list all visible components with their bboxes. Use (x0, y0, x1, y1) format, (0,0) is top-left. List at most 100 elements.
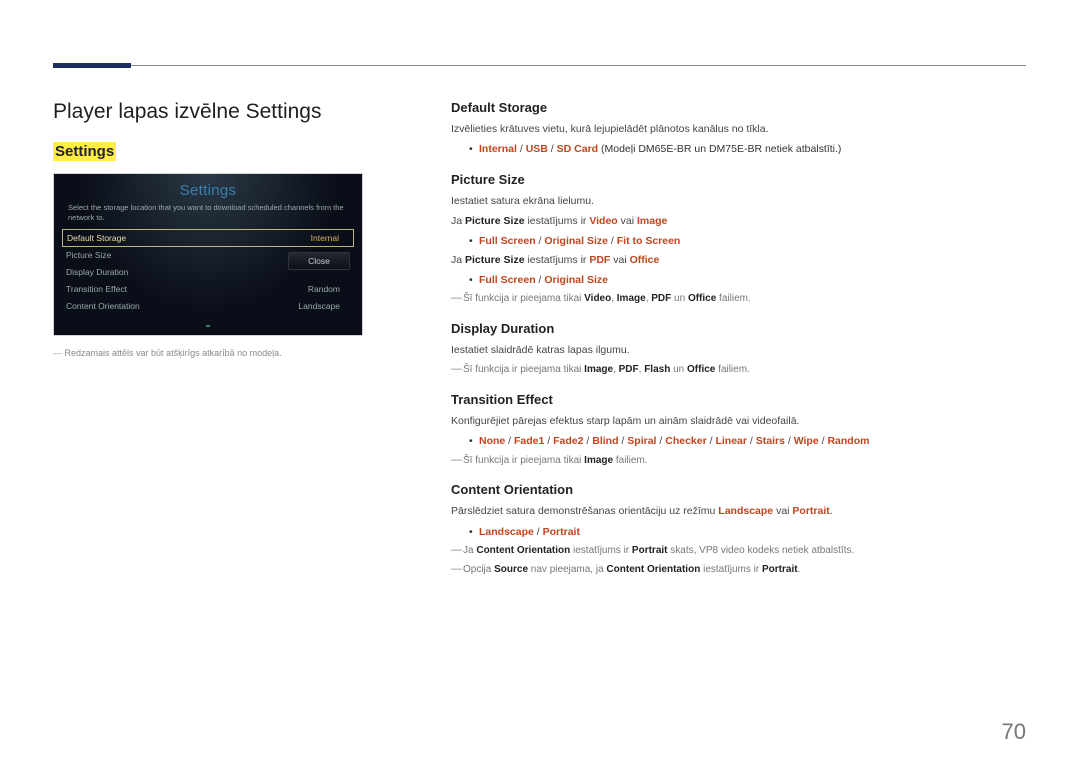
option-usb: USB (526, 143, 548, 155)
option-fade1: Fade1 (514, 435, 544, 447)
text: Opcija (463, 564, 494, 575)
page-content: Player lapas izvēlne Settings Settings S… (53, 100, 1026, 733)
option-stairs: Stairs (756, 435, 785, 447)
option-fade2: Fade2 (553, 435, 583, 447)
label-office: Office (688, 293, 716, 304)
dash-icon: ― (451, 452, 462, 469)
label-image: Image (617, 293, 646, 304)
ui-row-label: Picture Size (66, 250, 280, 260)
text: iestatījums ir (525, 254, 590, 266)
text: vai (618, 215, 637, 227)
default-storage-note: (Modeļi DM65E-BR un DM75E-BR netiek atba… (598, 143, 841, 155)
text: failiem. (613, 455, 647, 466)
option-spiral: Spiral (627, 435, 656, 447)
option-full-screen: Full Screen (479, 235, 536, 247)
label-content-orientation: Content Orientation (476, 545, 570, 556)
transition-effect-footnote: ― Šī funkcija ir pieejama tikai Image fa… (451, 453, 1026, 469)
picture-size-options-2: Full Screen / Original Size (451, 272, 1026, 289)
ui-row-transition-effect[interactable]: Transition Effect Random (54, 281, 362, 298)
model-disclaimer: Redzamais attēls var būt atšķirīgs atkar… (53, 348, 393, 358)
header-accent (53, 63, 131, 68)
text: vai (773, 505, 792, 517)
chevron-down-icon[interactable]: ⌄ (54, 315, 362, 330)
ui-row-label: Content Orientation (66, 301, 280, 311)
label-picture-size: Picture Size (465, 215, 525, 227)
right-column: Default Storage Izvēlieties krātuves vie… (451, 100, 1026, 577)
dash-icon: ― (451, 542, 462, 559)
content-orientation-note-1: ― Ja Content Orientation iestatījums ir … (451, 543, 1026, 559)
picture-size-cond2: Ja Picture Size iestatījums ir PDF vai O… (451, 252, 1026, 268)
default-storage-heading: Default Storage (451, 100, 1026, 115)
text: nav pieejama, ja (528, 564, 606, 575)
option-landscape: Landscape (479, 526, 534, 538)
transition-effect-options: None / Fade1 / Fade2 / Blind / Spiral / … (451, 433, 1026, 450)
option-sd-card: SD Card (557, 143, 598, 155)
default-storage-desc: Izvēlieties krātuves vietu, kurā lejupie… (451, 121, 1026, 137)
section-highlight: Settings (53, 142, 116, 161)
label-portrait: Portrait (632, 545, 668, 556)
label-portrait: Portrait (792, 505, 829, 517)
picture-size-cond1: Ja Picture Size iestatījums ir Video vai… (451, 213, 1026, 229)
transition-effect-desc: Konfigurējiet pārejas efektus starp lapā… (451, 413, 1026, 429)
text: failiem. (715, 364, 749, 375)
page-title: Player lapas izvēlne Settings (53, 100, 393, 124)
ui-row-default-storage[interactable]: Default Storage Internal (62, 229, 354, 247)
text: Pārslēdziet satura demonstrēšanas orient… (451, 505, 718, 517)
ui-row-label: Transition Effect (66, 284, 280, 294)
text: . (830, 505, 833, 517)
dash-icon: ― (451, 361, 462, 378)
text: skats, VP8 video kodeks netiek atbalstīt… (667, 545, 854, 556)
picture-size-options-1: Full Screen / Original Size / Fit to Scr… (451, 233, 1026, 250)
label-landscape: Landscape (718, 505, 773, 517)
option-original-size: Original Size (544, 274, 608, 286)
option-fit-to-screen: Fit to Screen (617, 235, 681, 247)
ui-row-value: Landscape (280, 301, 340, 311)
option-random: Random (827, 435, 869, 447)
default-storage-options: Internal / USB / SD Card (Modeļi DM65E-B… (451, 141, 1026, 158)
settings-screenshot: Settings Select the storage location tha… (53, 173, 363, 336)
ui-panel-title: Settings (54, 174, 362, 199)
ui-row-label: Display Duration (66, 267, 280, 277)
picture-size-footnote: ― Šī funkcija ir pieejama tikai Video, I… (451, 291, 1026, 307)
label-flash: Flash (644, 364, 670, 375)
content-orientation-note-2: ― Opcija Source nav pieejama, ja Content… (451, 562, 1026, 578)
display-duration-desc: Iestatiet slaidrādē katras lapas ilgumu. (451, 342, 1026, 358)
picture-size-desc: Iestatiet satura ekrāna lielumu. (451, 193, 1026, 209)
dash-icon: ― (451, 290, 462, 307)
text: vai (610, 254, 629, 266)
text: Šī funkcija ir pieejama tikai (463, 293, 584, 304)
label-pdf: PDF (619, 364, 639, 375)
label-office: Office (630, 254, 660, 266)
content-orientation-heading: Content Orientation (451, 482, 1026, 497)
label-pdf: PDF (589, 254, 610, 266)
page-number: 70 (1002, 719, 1026, 745)
label-source: Source (494, 564, 528, 575)
label-image: Image (584, 364, 613, 375)
left-column: Player lapas izvēlne Settings Settings S… (53, 100, 393, 358)
text: Ja (451, 215, 465, 227)
label-office: Office (687, 364, 715, 375)
ui-row-content-orientation[interactable]: Content Orientation Landscape (54, 298, 362, 315)
option-full-screen: Full Screen (479, 274, 536, 286)
content-orientation-desc: Pārslēdziet satura demonstrēšanas orient… (451, 503, 1026, 519)
header-rule (53, 65, 1026, 66)
close-button-label: Close (308, 256, 330, 266)
text: . (798, 564, 801, 575)
ui-row-label: Default Storage (67, 233, 279, 243)
label-pdf: PDF (651, 293, 671, 304)
option-checker: Checker (665, 435, 706, 447)
close-button[interactable]: Close (288, 252, 350, 270)
option-none: None (479, 435, 505, 447)
ui-row-value: Random (280, 284, 340, 294)
option-portrait: Portrait (543, 526, 580, 538)
option-linear: Linear (715, 435, 747, 447)
text: iestatījums ir (570, 545, 632, 556)
label-video: Video (589, 215, 617, 227)
option-blind: Blind (592, 435, 618, 447)
text: un (670, 364, 687, 375)
transition-effect-heading: Transition Effect (451, 392, 1026, 407)
option-wipe: Wipe (794, 435, 819, 447)
text: un (671, 293, 688, 304)
picture-size-heading: Picture Size (451, 172, 1026, 187)
ui-instruction-text: Select the storage location that you wan… (54, 199, 362, 229)
